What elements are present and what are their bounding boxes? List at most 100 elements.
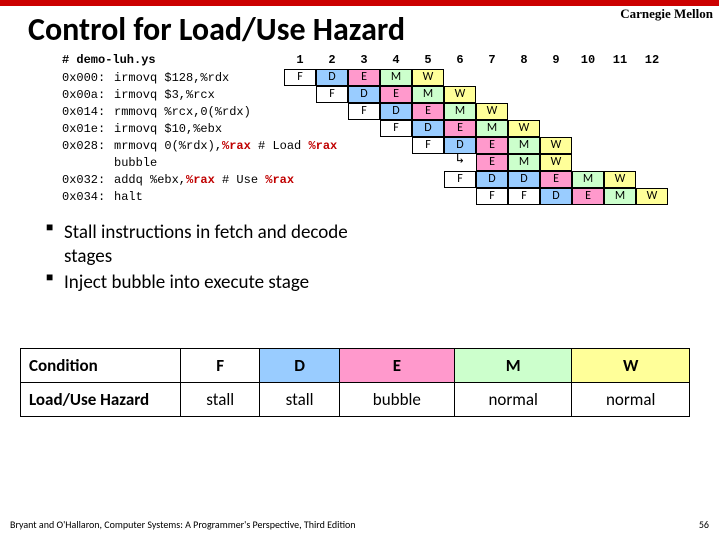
instruction: irmovq $128,%rdx xyxy=(114,72,284,84)
stage-E: E xyxy=(476,154,508,171)
bullet-text: Inject bubble into execute stage xyxy=(64,271,309,295)
instruction: irmovq $10,%ebx xyxy=(114,123,284,135)
stage-E: E xyxy=(412,103,444,120)
addr: 0x034: xyxy=(62,191,114,203)
table-header: M xyxy=(454,349,572,383)
table-cell: normal xyxy=(454,383,572,417)
table-header: W xyxy=(572,349,690,383)
table-cell: stall xyxy=(260,383,339,417)
stage-W: W xyxy=(508,120,540,137)
stage-F: F xyxy=(508,188,540,205)
table-header: F xyxy=(181,349,260,383)
bullet-icon: ■ xyxy=(46,221,64,269)
stage-W: W xyxy=(540,137,572,154)
cycle-12: 12 xyxy=(636,54,668,66)
code-row: 0x00a:irmovq $3,%rcx FDEMW xyxy=(62,86,719,103)
addr: 0x028: xyxy=(62,140,114,152)
code-row: 0x028:mrmovq 0(%rdx),%rax # Load %raxFDE… xyxy=(62,137,719,154)
stage-W: W xyxy=(604,171,636,188)
stage-M: M xyxy=(476,120,508,137)
bullet-item: ■Inject bubble into execute stage xyxy=(46,271,719,295)
code-row: 0x032:addq %ebx,%rax # Use %raxFDDEMW xyxy=(62,171,719,188)
table-cell: bubble xyxy=(339,383,454,417)
stage-F: F xyxy=(284,69,316,86)
cycle-10: 10 xyxy=(572,54,604,66)
stage-F: F xyxy=(412,137,444,154)
cycle-6: 6 xyxy=(444,54,476,66)
action-table: ConditionFDEMW Load/Use Hazardstallstall… xyxy=(20,348,690,417)
stage-E: E xyxy=(572,188,604,205)
code-row: 0x000:irmovq $128,%rdxFDEMW xyxy=(62,69,719,86)
forward-arrow-icon: ↳ xyxy=(444,154,476,171)
footer-citation: Bryant and O'Hallaron, Computer Systems:… xyxy=(10,518,356,531)
stage-D: D xyxy=(348,86,380,103)
stage-W: W xyxy=(412,69,444,86)
stage-D: D xyxy=(316,69,348,86)
bullet-item: ■Stall instructions in fetch and decode … xyxy=(46,221,719,269)
pipeline-diagram: # demo-luh.ys 123456789101112 0x000:irmo… xyxy=(62,51,719,205)
bullets: ■Stall instructions in fetch and decode … xyxy=(46,221,719,294)
table-header: Condition xyxy=(21,349,181,383)
page-number: 56 xyxy=(699,518,709,531)
cycle-8: 8 xyxy=(508,54,540,66)
stage-E: E xyxy=(380,86,412,103)
stage-W: W xyxy=(444,86,476,103)
stage-M: M xyxy=(412,86,444,103)
stage-F: F xyxy=(316,86,348,103)
code-file-comment: # demo-luh.ys xyxy=(62,54,284,66)
code-row: bubble ↳EMW xyxy=(62,154,719,171)
stage-F: F xyxy=(476,188,508,205)
stage-D: D xyxy=(380,103,412,120)
addr: 0x032: xyxy=(62,174,114,186)
cycle-5: 5 xyxy=(412,54,444,66)
instruction: halt xyxy=(114,191,284,203)
cycle-3: 3 xyxy=(348,54,380,66)
addr: 0x01e: xyxy=(62,123,114,135)
stage-E: E xyxy=(476,137,508,154)
stage-E: E xyxy=(540,171,572,188)
code-row: 0x034:haltFFDEMW xyxy=(62,188,719,205)
stage-D: D xyxy=(540,188,572,205)
instruction: rmmovq %rcx,0(%rdx) xyxy=(114,106,284,118)
stage-M: M xyxy=(572,171,604,188)
addr: 0x014: xyxy=(62,106,114,118)
slide-title: Control for Load/Use Hazard xyxy=(28,10,719,49)
stage-M: M xyxy=(604,188,636,205)
code-row: 0x01e:irmovq $10,%ebx FDEMW xyxy=(62,120,719,137)
stage-E: E xyxy=(444,120,476,137)
table-cell: stall xyxy=(181,383,260,417)
stage-F: F xyxy=(444,171,476,188)
stage-M: M xyxy=(444,103,476,120)
instruction: bubble xyxy=(114,157,284,169)
stage-W: W xyxy=(636,188,668,205)
brand: Carnegie Mellon xyxy=(620,6,713,22)
addr: 0x00a: xyxy=(62,89,114,101)
bullet-text: Stall instructions in fetch and decode s… xyxy=(64,221,394,269)
stage-W: W xyxy=(476,103,508,120)
stage-M: M xyxy=(508,137,540,154)
cycle-9: 9 xyxy=(540,54,572,66)
stage-F: F xyxy=(348,103,380,120)
cycle-1: 1 xyxy=(284,54,316,66)
stage-M: M xyxy=(380,69,412,86)
table-header: E xyxy=(339,349,454,383)
stage-D: D xyxy=(508,171,540,188)
code-row: 0x014:rmmovq %rcx,0(%rdx) FDEMW xyxy=(62,103,719,120)
cycle-4: 4 xyxy=(380,54,412,66)
stage-E: E xyxy=(348,69,380,86)
cycle-2: 2 xyxy=(316,54,348,66)
table-cell: normal xyxy=(572,383,690,417)
stage-M: M xyxy=(508,154,540,171)
stage-F: F xyxy=(380,120,412,137)
instruction: mrmovq 0(%rdx),%rax # Load %rax xyxy=(114,140,284,152)
cycle-11: 11 xyxy=(604,54,636,66)
stage-D: D xyxy=(412,120,444,137)
stage-D: D xyxy=(476,171,508,188)
bullet-icon: ■ xyxy=(46,271,64,295)
instruction: addq %ebx,%rax # Use %rax xyxy=(114,174,284,186)
table-header: D xyxy=(260,349,339,383)
stage-W: W xyxy=(540,154,572,171)
instruction: irmovq $3,%rcx xyxy=(114,89,284,101)
table-cell: Load/Use Hazard xyxy=(21,383,181,417)
cycle-7: 7 xyxy=(476,54,508,66)
